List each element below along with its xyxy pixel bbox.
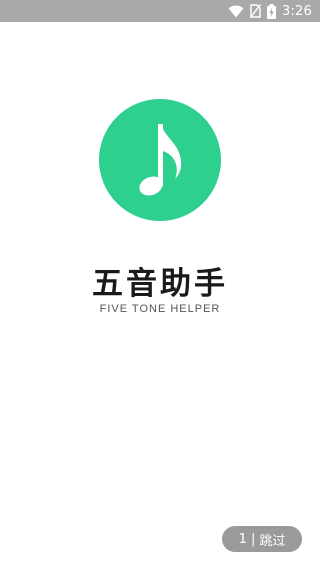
status-icons: 3:26	[228, 0, 312, 22]
app-title: 五音助手	[92, 266, 228, 302]
app-subtitle: FIVE TONE HELPER	[99, 303, 221, 315]
app-logo	[99, 99, 221, 221]
skip-separator: |	[250, 531, 256, 547]
status-time: 3:26	[282, 3, 312, 19]
skip-countdown: 1	[238, 531, 247, 547]
battery-charging-icon	[267, 3, 276, 19]
wifi-icon	[228, 5, 244, 18]
skip-label: 跳过	[259, 533, 286, 549]
music-note-icon	[139, 124, 182, 196]
skip-button[interactable]: 1 | 跳过	[222, 526, 302, 552]
status-bar: 3:26	[0, 0, 320, 22]
no-sim-icon	[250, 4, 261, 18]
